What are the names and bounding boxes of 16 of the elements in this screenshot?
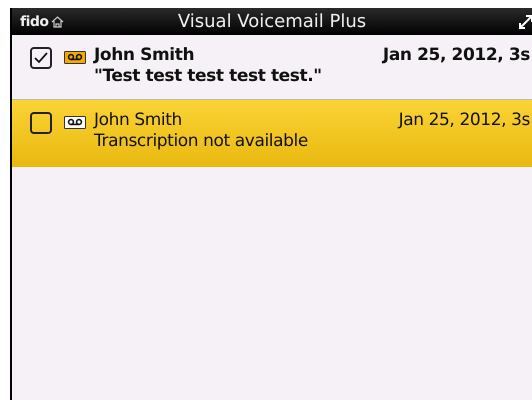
- date-duration: Jan 25, 2012, 3s: [398, 110, 530, 131]
- caller-name: John Smith: [94, 110, 182, 131]
- date-duration: Jan 25, 2012, 3s: [382, 45, 530, 66]
- voicemail-icon: [64, 116, 86, 129]
- expand-icon[interactable]: [518, 14, 532, 30]
- transcription-text: Transcription not available: [94, 131, 309, 152]
- checkbox[interactable]: [30, 47, 52, 69]
- window-title: Visual Voicemail Plus: [178, 11, 366, 32]
- caller-name: John Smith: [94, 45, 194, 66]
- voicemail-row[interactable]: John Smith Jan 25, 2012, 3s Transcription not available: [12, 100, 532, 167]
- voicemail-icon: [64, 51, 86, 64]
- carrier-label: fido: [20, 14, 49, 30]
- home-icon[interactable]: [50, 16, 64, 28]
- transcription-text: "Test test test test test.": [94, 66, 323, 87]
- checkmark-icon: [34, 52, 48, 64]
- checkbox[interactable]: [30, 112, 52, 134]
